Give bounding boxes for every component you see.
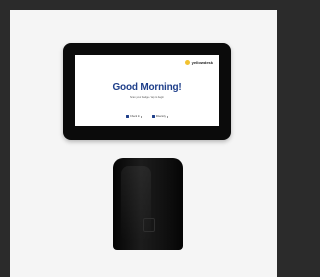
option-check-in[interactable]: Check In <box>126 115 142 118</box>
check-in-icon <box>126 115 130 118</box>
option-label: Directory <box>155 115 166 118</box>
option-directory[interactable]: Directory <box>151 115 168 118</box>
tablet-device: yellowdesk Good Morning! Scan your badge… <box>63 43 231 140</box>
option-label: Check In <box>130 115 140 118</box>
kiosk-options: Check In Directory <box>75 115 219 118</box>
directory-icon <box>151 115 155 118</box>
base-device <box>113 158 183 250</box>
chevron-right-icon <box>166 115 168 118</box>
greeting-subtitle: Scan your badge / tap to begin <box>129 96 165 99</box>
greeting-heading: Good Morning! <box>112 82 182 93</box>
tablet-screen: yellowdesk Good Morning! Scan your badge… <box>75 55 219 126</box>
brand-logo: yellowdesk <box>184 60 213 65</box>
product-photo: yellowdesk Good Morning! Scan your badge… <box>10 10 277 277</box>
base-slot <box>143 218 155 232</box>
logo-icon <box>184 60 190 65</box>
logo-text: yellowdesk <box>191 60 213 65</box>
chevron-right-icon <box>140 115 142 118</box>
